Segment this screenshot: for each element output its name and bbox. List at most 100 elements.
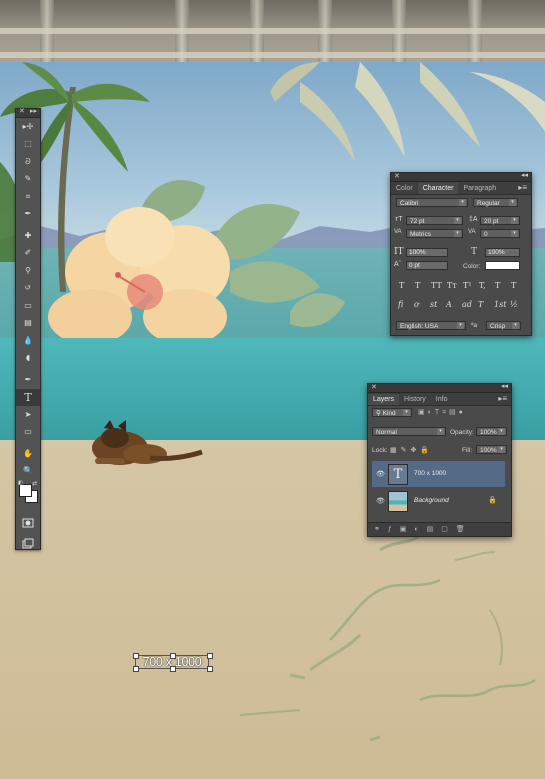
quick-select-tool-button[interactable]: ✎ — [16, 171, 40, 189]
text-style-button[interactable]: T¹ — [463, 281, 472, 290]
eraser-tool-button[interactable]: ▭ — [16, 297, 40, 315]
marquee-tool-button[interactable]: ⬚ — [16, 136, 40, 154]
blur-icon: 💧 — [23, 335, 33, 345]
character-panel-header[interactable]: ✕ ◂◂ — [391, 171, 531, 182]
opentype-feature-button[interactable]: st — [430, 300, 437, 309]
text-color-swatch[interactable] — [485, 261, 520, 270]
pen-icon: ✒ — [24, 374, 32, 384]
collapse-icon[interactable]: ◂◂ — [521, 171, 528, 179]
visibility-eye-icon[interactable]: 👁 — [376, 497, 385, 505]
chevron-down-icon: ▾ — [509, 199, 516, 206]
layers-footer-buttons[interactable]: ⚭ƒ▣◐▤▢🗑 — [368, 522, 511, 536]
transform-handle[interactable] — [170, 666, 176, 672]
fill-field[interactable]: 100% ▾ — [476, 445, 507, 454]
eyedropper-tool-button[interactable]: ✒ — [16, 206, 40, 224]
antialias-select[interactable]: Crisp ▾ — [486, 321, 521, 330]
tab-info[interactable]: Info — [431, 394, 453, 405]
chevron-down-icon: ▾ — [459, 199, 466, 206]
panel-menu-icon[interactable]: ▸≡ — [518, 183, 527, 192]
layer-row-text[interactable]: 👁 T 700 x 1000 — [372, 461, 505, 487]
chevron-down-icon: ▾ — [454, 217, 461, 224]
opentype-feature-button[interactable]: A — [446, 300, 452, 309]
opentype-feature-button[interactable]: ad — [462, 300, 472, 309]
dodge-tool-button[interactable]: ◖ — [16, 350, 40, 368]
text-style-button[interactable]: T — [495, 281, 500, 290]
tracking-field[interactable]: 0 ▾ — [480, 229, 520, 238]
opentype-feature-button[interactable]: ½ — [510, 300, 518, 309]
close-icon[interactable]: ✕ — [371, 383, 377, 391]
opentype-feature-button[interactable]: T — [478, 300, 483, 309]
vertical-scale-field[interactable]: 100% — [406, 248, 448, 257]
tab-color[interactable]: Color — [391, 183, 418, 194]
antialias-icon: ªa — [471, 322, 478, 329]
clone-stamp-tool-button[interactable]: ⚲ — [16, 262, 40, 280]
text-style-button[interactable]: TT — [431, 281, 442, 290]
brush-tool-button[interactable]: ✐ — [16, 245, 40, 263]
tab-paragraph[interactable]: Paragraph — [458, 183, 501, 194]
tab-layers[interactable]: Layers — [368, 394, 400, 405]
panel-menu-icon[interactable]: ▸≡ — [498, 394, 507, 403]
tools-panel-header[interactable]: ✕ ▸▸ — [16, 107, 40, 118]
screen-mode-icon — [22, 538, 34, 549]
tab-character[interactable]: Character — [417, 183, 459, 194]
transform-handle[interactable] — [207, 666, 213, 672]
pen-tool-button[interactable]: ✒ — [16, 371, 40, 389]
font-size-icon: ᴛT — [395, 216, 403, 223]
crop-tool-button[interactable]: ⌗ — [16, 188, 40, 206]
close-icon[interactable]: ✕ — [394, 172, 400, 180]
font-style-select[interactable]: Regular ▾ — [473, 198, 518, 207]
transform-handle[interactable] — [207, 653, 213, 659]
text-style-button[interactable]: T, — [479, 281, 486, 290]
text-style-button[interactable]: T — [399, 281, 404, 290]
swap-colors-icon[interactable]: ⇄ — [32, 480, 37, 487]
rectangle-tool-button[interactable]: ▭ — [16, 424, 40, 442]
opacity-field[interactable]: 100% ▾ — [476, 427, 507, 436]
text-style-button[interactable]: T — [415, 281, 420, 290]
font-size-field[interactable]: 72 pt ▾ — [406, 216, 463, 225]
kerning-icon: VA — [394, 229, 402, 235]
text-style-button[interactable]: Tт — [447, 281, 457, 290]
close-icon[interactable]: ✕ — [19, 107, 25, 115]
transform-handle[interactable] — [170, 653, 176, 659]
tracking-icon: VA — [468, 229, 476, 235]
layer-row-background[interactable]: 👁 Background 🔒 — [372, 488, 505, 514]
layer-filter-icons[interactable]: ▣◐T⌗▤● — [418, 408, 466, 417]
blend-mode-select[interactable]: Normal ▾ — [372, 427, 446, 436]
gradient-tool-button[interactable]: ▤ — [16, 315, 40, 333]
path-select-tool-button[interactable]: ➤ — [16, 406, 40, 424]
chevron-down-icon: ▾ — [498, 446, 505, 453]
opentype-feature-button[interactable]: fi — [398, 300, 403, 309]
screen-mode-button[interactable] — [16, 536, 40, 554]
default-colors-icon[interactable]: ◧ — [18, 480, 23, 486]
baseline-shift-field[interactable]: 0 pt — [406, 261, 448, 270]
layers-panel-header[interactable]: ✕ ◂◂ — [368, 382, 511, 393]
text-style-button[interactable]: T — [511, 281, 516, 290]
zoom-tool-button[interactable]: 🔍 — [16, 463, 40, 481]
kerning-select[interactable]: Metrics ▾ — [406, 229, 463, 238]
opentype-feature-button[interactable]: ơ — [414, 300, 419, 309]
horizontal-scale-field[interactable]: 100% — [485, 248, 520, 257]
font-family-select[interactable]: Calibri ▾ — [396, 198, 468, 207]
opentype-feature-button[interactable]: 1st — [494, 300, 506, 309]
visibility-eye-icon[interactable]: 👁 — [376, 470, 385, 478]
history-brush-tool-button[interactable]: ↺ — [16, 280, 40, 298]
lock-icons[interactable]: ▦✎✥🔒 — [390, 446, 433, 454]
lock-icon: 🔒 — [488, 497, 497, 504]
quick-mask-button[interactable] — [16, 514, 40, 532]
move-tool-button[interactable]: ▸✢ — [16, 118, 40, 136]
transform-handle[interactable] — [133, 653, 139, 659]
leading-field[interactable]: 20 pt ▾ — [480, 216, 520, 225]
layer-name: Background — [414, 497, 449, 504]
language-select[interactable]: English: USA ▾ — [396, 321, 466, 330]
collapse-icon[interactable]: ◂◂ — [501, 382, 508, 390]
healing-brush-tool-button[interactable]: ✚ — [16, 227, 40, 245]
blur-tool-button[interactable]: 💧 — [16, 332, 40, 350]
tab-history[interactable]: History — [399, 394, 431, 405]
layer-filter-select[interactable]: ⚲ Kind ▾ — [372, 408, 412, 417]
type-tool-tool-button[interactable]: T — [16, 388, 40, 406]
expand-icon[interactable]: ▸▸ — [30, 107, 37, 115]
hand-tool-button[interactable]: ✋ — [16, 445, 40, 463]
lasso-tool-button[interactable]: ᘐ — [16, 153, 40, 171]
transform-handle[interactable] — [133, 666, 139, 672]
horizontal-scale-icon: T — [471, 247, 478, 257]
